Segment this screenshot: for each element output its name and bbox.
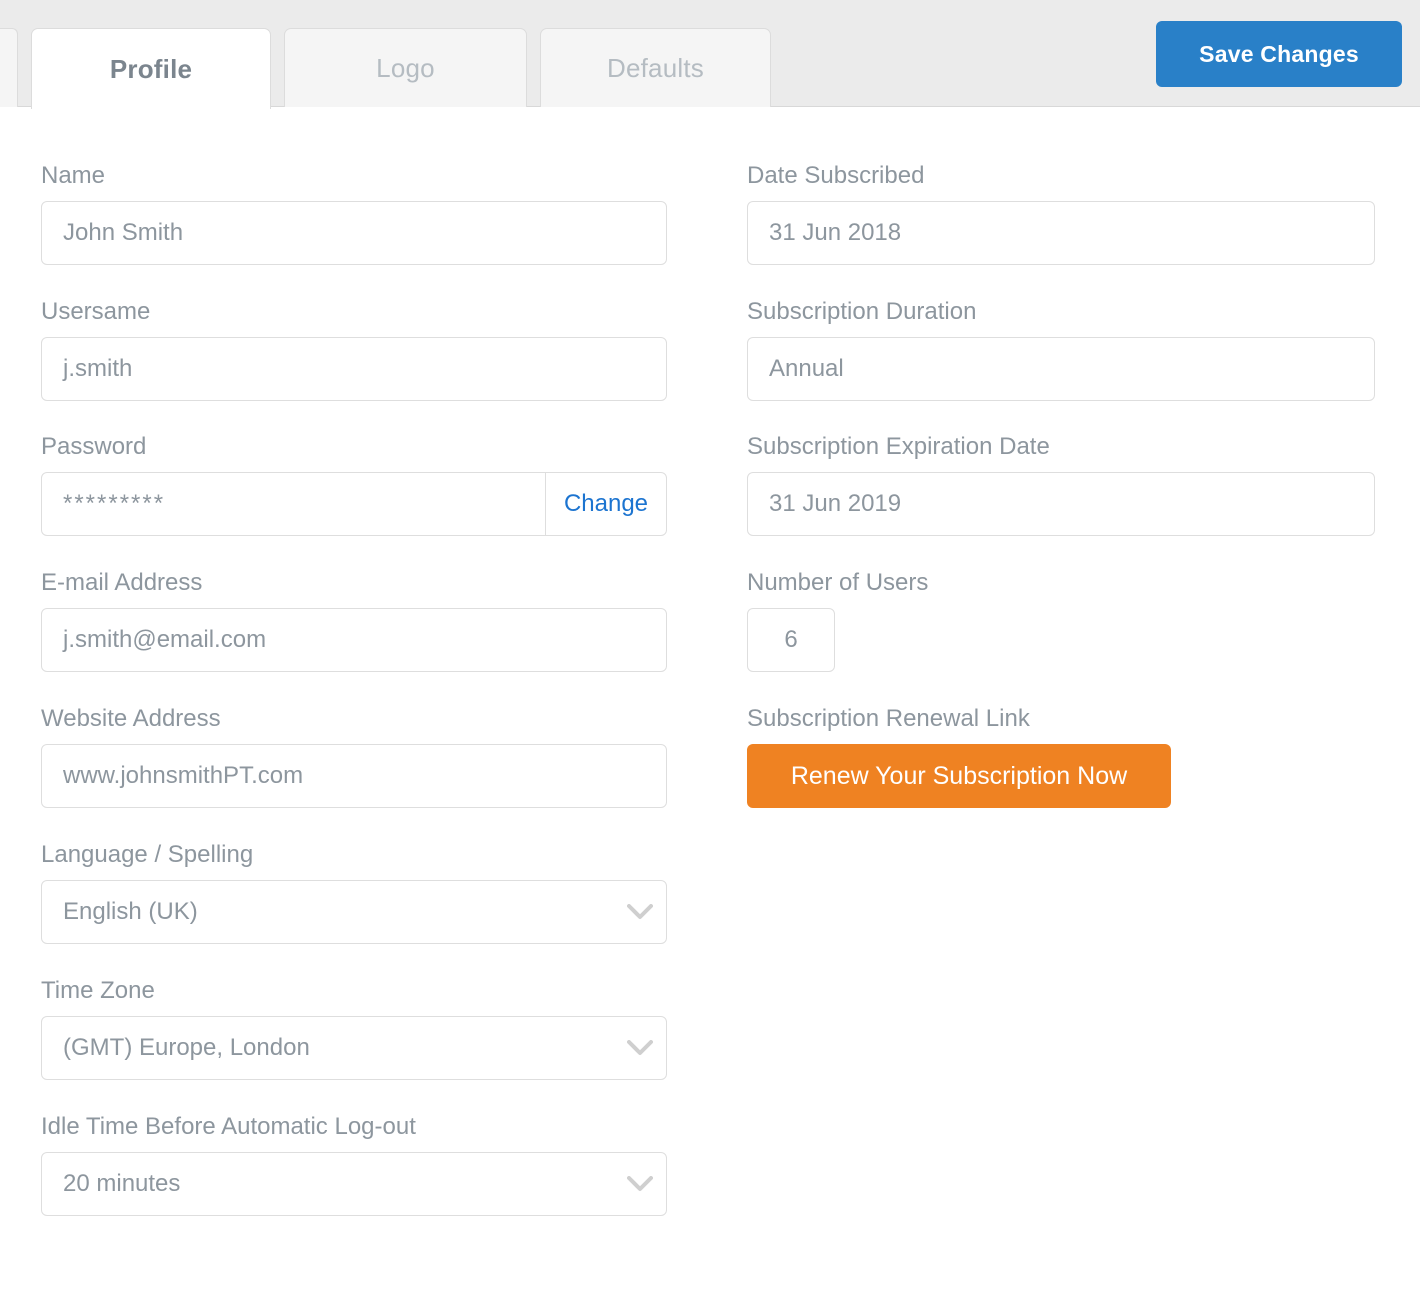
email-value: j.smith@email.com bbox=[63, 626, 267, 653]
email-input[interactable]: j.smith@email.com bbox=[41, 608, 667, 672]
tab-profile[interactable]: Profile bbox=[31, 28, 271, 109]
expiration-date-value: 31 Jun 2019 bbox=[769, 490, 902, 517]
change-password-button[interactable]: Change bbox=[545, 473, 666, 535]
field-idle-time: Idle Time Before Automatic Log-out 20 mi… bbox=[41, 1115, 667, 1216]
language-select[interactable]: English (UK) bbox=[41, 880, 667, 944]
field-language: Language / Spelling English (UK) bbox=[41, 843, 667, 944]
field-expiration-date: Subscription Expiration Date 31 Jun 2019 bbox=[747, 435, 1375, 536]
chevron-down-icon[interactable] bbox=[614, 1040, 666, 1056]
date-subscribed-value: 31 Jun 2018 bbox=[769, 219, 902, 246]
tab-logo[interactable]: Logo bbox=[284, 28, 527, 108]
idle-time-label: Idle Time Before Automatic Log-out bbox=[41, 1113, 416, 1140]
subscription-duration-label: Subscription Duration bbox=[747, 298, 977, 325]
settings-page: Profile Logo Defaults Save Changes Name … bbox=[0, 0, 1420, 1294]
change-password-label: Change bbox=[563, 490, 649, 517]
expiration-date-label: Subscription Expiration Date bbox=[747, 433, 1050, 460]
timezone-select[interactable]: (GMT) Europe, London bbox=[41, 1016, 667, 1080]
name-value: John Smith bbox=[63, 219, 184, 246]
email-label: E-mail Address bbox=[41, 569, 203, 596]
username-input[interactable]: j.smith bbox=[41, 337, 667, 401]
idle-time-value: 20 minutes bbox=[63, 1170, 181, 1197]
language-value: English (UK) bbox=[63, 898, 198, 925]
field-email: E-mail Address j.smith@email.com bbox=[41, 571, 667, 672]
field-number-of-users: Number of Users 6 bbox=[747, 571, 1375, 672]
username-label: Usersame bbox=[41, 298, 151, 325]
field-website: Website Address www.johnsmithPT.com bbox=[41, 707, 667, 808]
tab-defaults[interactable]: Defaults bbox=[540, 28, 771, 108]
username-value: j.smith bbox=[63, 355, 133, 382]
subscription-duration-input[interactable]: Annual bbox=[747, 337, 1375, 401]
password-label: Password bbox=[41, 433, 147, 460]
right-column: Date Subscribed 31 Jun 2018 Subscription… bbox=[747, 107, 1375, 808]
timezone-value: (GMT) Europe, London bbox=[63, 1034, 310, 1061]
website-value: www.johnsmithPT.com bbox=[63, 762, 304, 789]
chevron-down-icon[interactable] bbox=[614, 1176, 666, 1192]
website-label: Website Address bbox=[41, 705, 221, 732]
renew-subscription-button[interactable]: Renew Your Subscription Now bbox=[747, 744, 1171, 808]
field-username: Usersame j.smith bbox=[41, 300, 667, 401]
timezone-label: Time Zone bbox=[41, 977, 155, 1004]
number-of-users-label: Number of Users bbox=[747, 569, 929, 596]
subscription-duration-value: Annual bbox=[769, 355, 844, 382]
date-subscribed-input[interactable]: 31 Jun 2018 bbox=[747, 201, 1375, 265]
left-column: Name John Smith Usersame j.smith Passwor… bbox=[41, 107, 667, 1216]
date-subscribed-label: Date Subscribed bbox=[747, 162, 925, 189]
website-input[interactable]: www.johnsmithPT.com bbox=[41, 744, 667, 808]
tab-logo-label: Logo bbox=[376, 53, 435, 83]
number-of-users-input[interactable]: 6 bbox=[747, 608, 835, 672]
name-label: Name bbox=[41, 162, 106, 189]
field-subscription-renewal: Subscription Renewal Link Renew Your Sub… bbox=[747, 707, 1375, 808]
tab-bar: Profile Logo Defaults Save Changes bbox=[0, 0, 1420, 109]
password-value[interactable]: ********* bbox=[42, 490, 545, 518]
password-input-group: ********* Change bbox=[41, 472, 667, 536]
tab-defaults-label: Defaults bbox=[607, 53, 704, 83]
field-subscription-duration: Subscription Duration Annual bbox=[747, 300, 1375, 401]
tab-profile-label: Profile bbox=[109, 53, 193, 84]
name-input[interactable]: John Smith bbox=[41, 201, 667, 265]
field-password: Password ********* Change bbox=[41, 435, 667, 536]
tab-overflow-sliver bbox=[0, 28, 18, 108]
subscription-renewal-label: Subscription Renewal Link bbox=[747, 705, 1030, 732]
chevron-down-icon[interactable] bbox=[614, 904, 666, 920]
field-timezone: Time Zone (GMT) Europe, London bbox=[41, 979, 667, 1080]
field-name: Name John Smith bbox=[41, 164, 667, 265]
profile-form: Name John Smith Usersame j.smith Passwor… bbox=[0, 107, 1420, 1294]
language-label: Language / Spelling bbox=[41, 841, 254, 868]
expiration-date-input[interactable]: 31 Jun 2019 bbox=[747, 472, 1375, 536]
save-changes-button[interactable]: Save Changes bbox=[1156, 21, 1402, 87]
idle-time-select[interactable]: 20 minutes bbox=[41, 1152, 667, 1216]
number-of-users-value: 6 bbox=[784, 626, 798, 653]
field-date-subscribed: Date Subscribed 31 Jun 2018 bbox=[747, 164, 1375, 265]
